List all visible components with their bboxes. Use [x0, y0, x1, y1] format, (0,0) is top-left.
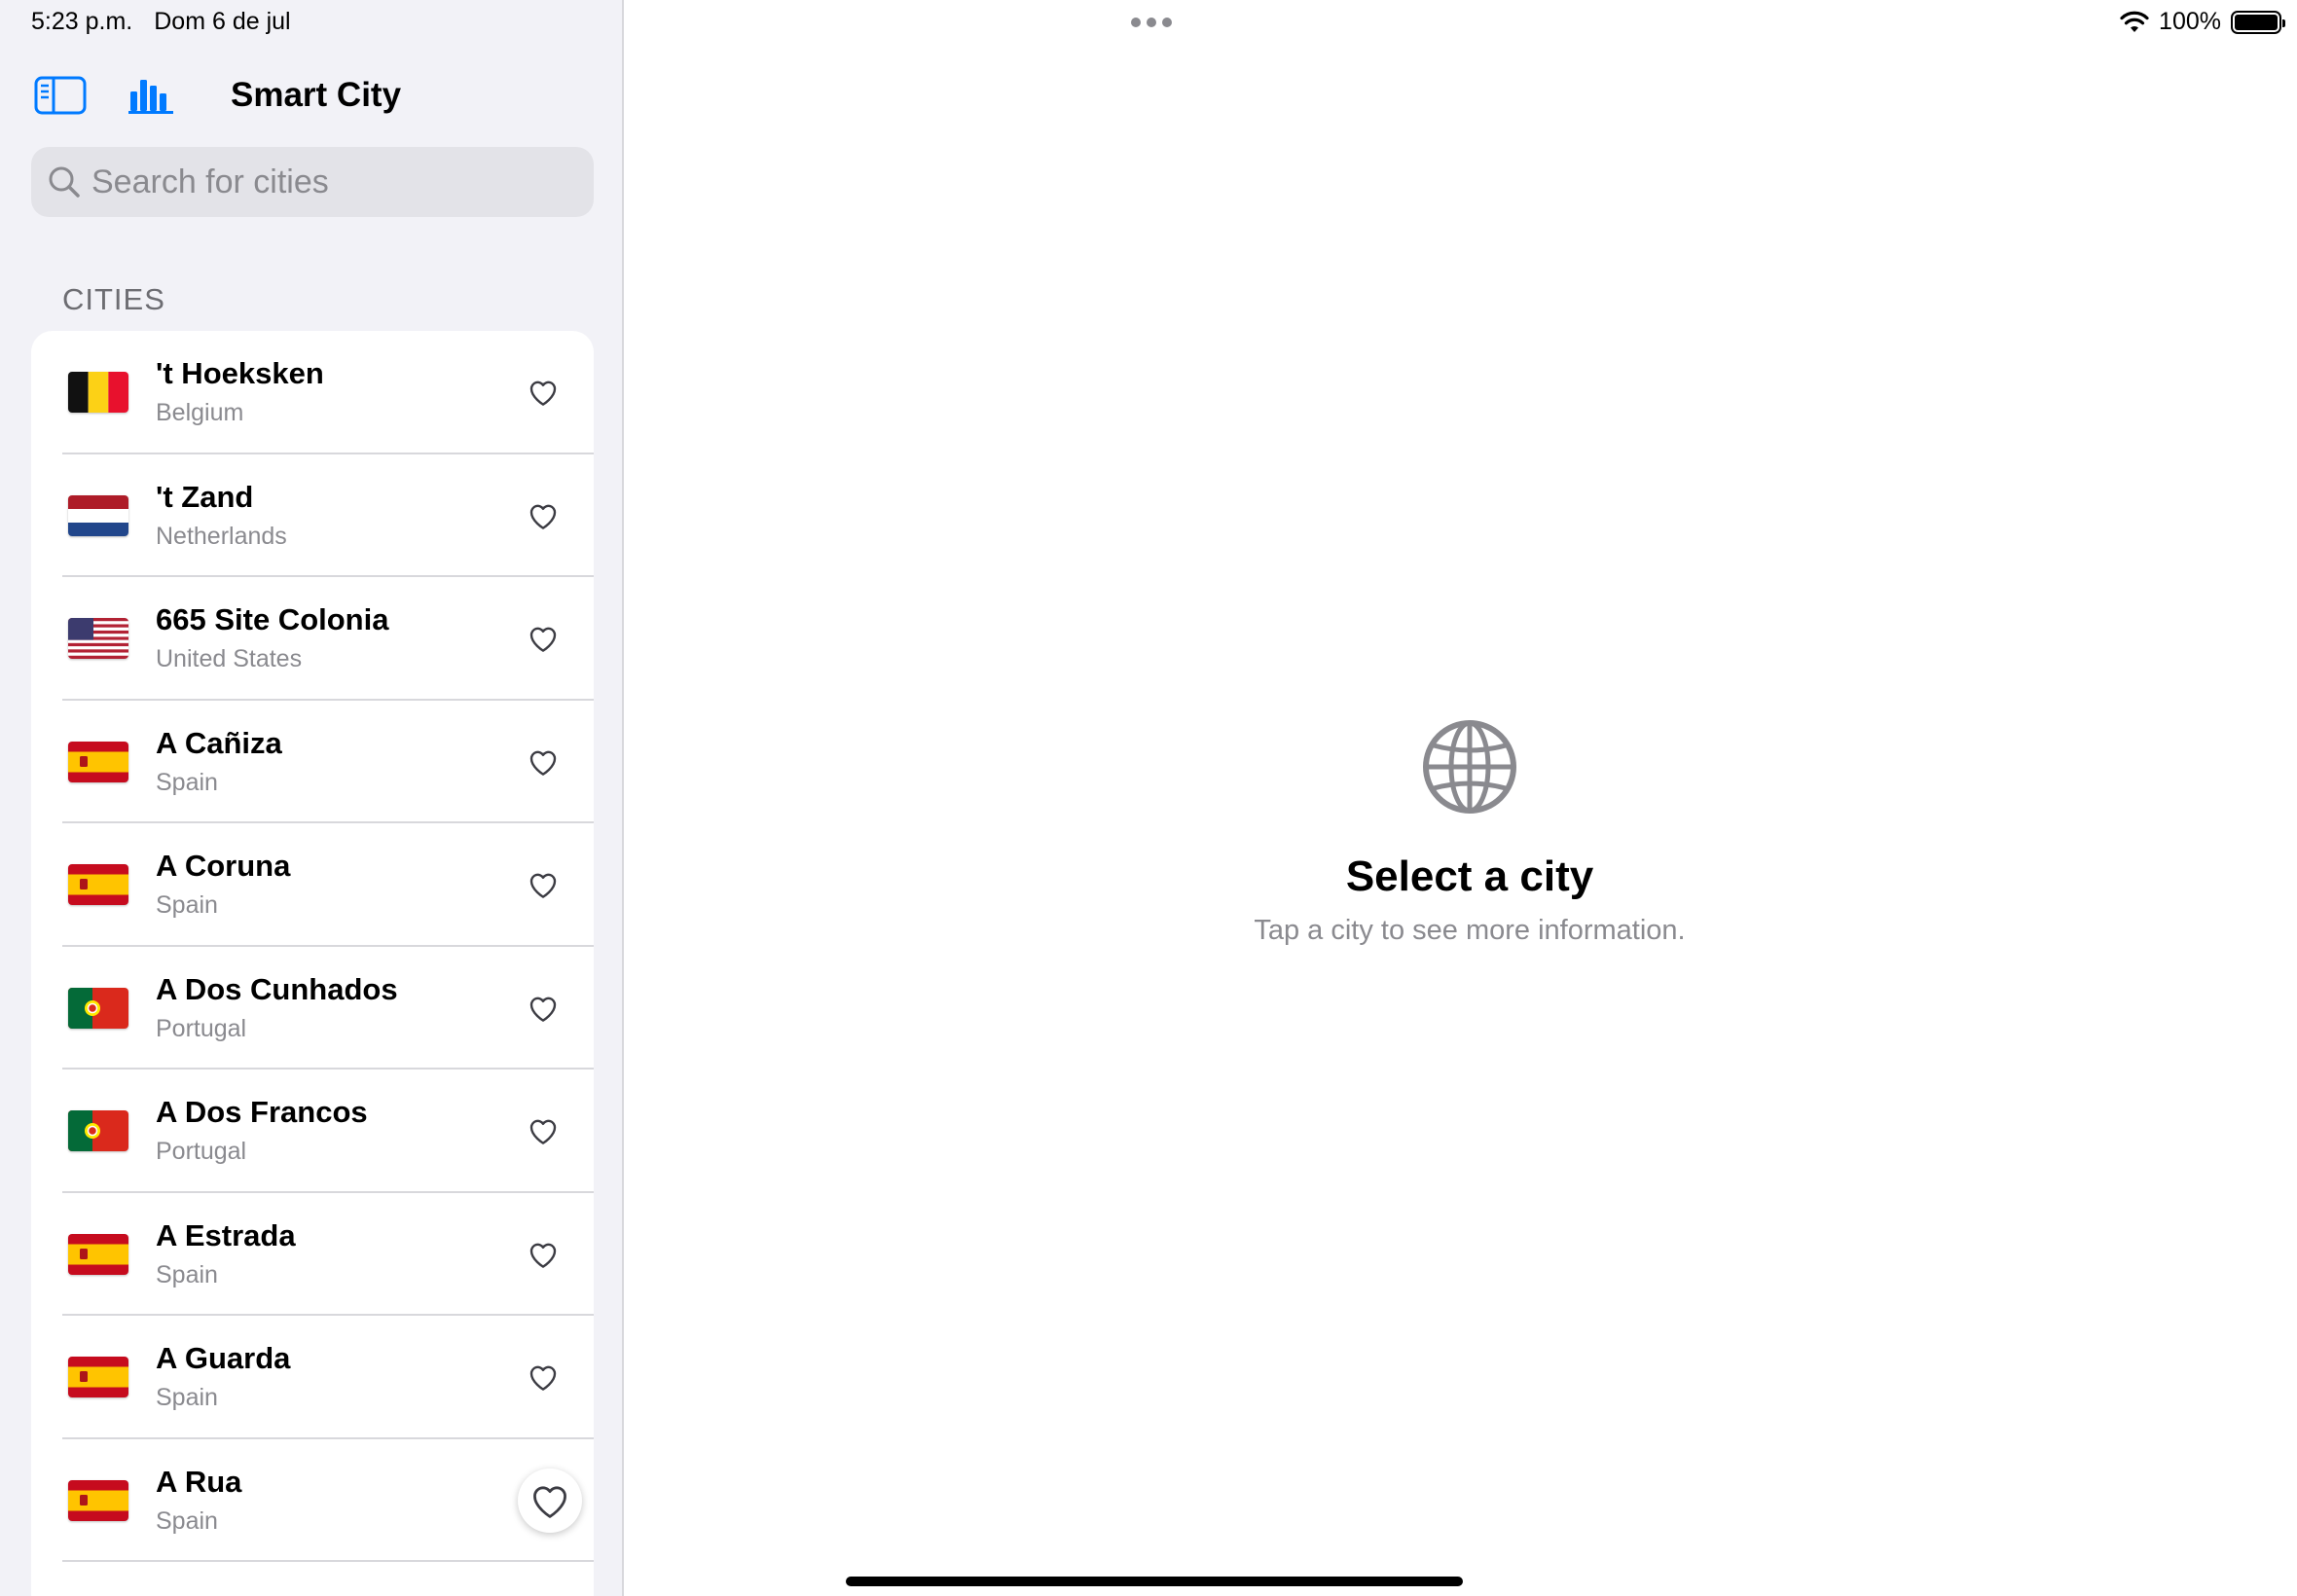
sidebar: 5:23 p.m. Dom 6 de jul Smart City Search… — [0, 0, 624, 1596]
list-item[interactable]: A Dos Cunhados Portugal — [31, 947, 594, 1070]
list-item[interactable]: A Rua Spain — [31, 1439, 594, 1563]
empty-state-subtitle: Tap a city to see more information. — [1254, 915, 1686, 946]
spain-flag — [68, 864, 128, 906]
globe-icon — [1421, 718, 1518, 816]
favorite-button[interactable] — [522, 371, 565, 414]
spain-flag — [68, 1357, 128, 1398]
country-name: Netherlands — [156, 522, 287, 550]
country-name: Belgium — [156, 399, 244, 426]
favorite-button[interactable] — [522, 617, 565, 660]
city-name: A Rua — [156, 1464, 242, 1499]
heart-icon — [529, 997, 557, 1022]
list-item[interactable]: A Cañiza Spain — [31, 701, 594, 824]
favorite-button[interactable] — [522, 741, 565, 783]
list-item[interactable]: A Guarda Spain — [31, 1316, 594, 1439]
city-name: A Guarda — [156, 1341, 291, 1375]
favorite-button[interactable] — [522, 1356, 565, 1398]
list-item[interactable]: 't Hoeksken Belgium — [31, 331, 594, 454]
heart-icon — [529, 1365, 557, 1392]
portugal-flag — [68, 987, 128, 1029]
empty-state-title: Select a city — [1345, 852, 1594, 900]
battery-level — [2235, 14, 2278, 30]
country-name: Spain — [156, 891, 218, 919]
app-title: Smart City — [231, 76, 402, 114]
list-item[interactable]: A Dos Francos Portugal — [31, 1070, 594, 1193]
city-name: A Cañiza — [156, 725, 282, 760]
sidebar-icon — [34, 76, 87, 115]
search-bar[interactable] — [31, 147, 594, 217]
country-name: Spain — [156, 1260, 218, 1288]
city-name: 665 Site Colonia — [156, 602, 389, 636]
country-name: Spain — [156, 768, 218, 796]
favorite-button[interactable] — [518, 1468, 582, 1533]
city-list[interactable]: 't Hoeksken Belgium 't Zand Netherlands — [31, 331, 594, 1596]
search-icon — [45, 163, 84, 201]
list-item[interactable]: A Estrada Spain — [31, 1193, 594, 1317]
netherlands-flag — [68, 494, 128, 536]
country-name: Spain — [156, 1384, 218, 1411]
favorite-button[interactable] — [522, 1233, 565, 1276]
multitasking-menu[interactable] — [1131, 18, 1172, 27]
battery-percent: 100% — [2159, 8, 2221, 35]
country-name: United States — [156, 645, 303, 672]
favorite-button[interactable] — [522, 863, 565, 906]
city-name: A Coruna — [156, 849, 291, 883]
favorite-button[interactable] — [522, 494, 565, 537]
city-name: 't Hoeksken — [156, 356, 324, 390]
status-indicators: 100% — [2120, 8, 2285, 36]
wifi-icon — [2120, 11, 2149, 32]
country-name: Spain — [156, 1506, 218, 1535]
heart-icon — [529, 873, 557, 899]
heart-icon — [529, 750, 557, 776]
toggle-sidebar-button[interactable] — [33, 72, 88, 119]
search-input[interactable] — [91, 163, 578, 201]
section-header: CITIES — [62, 282, 165, 316]
heart-icon — [533, 1486, 566, 1518]
heart-icon — [529, 504, 557, 529]
belgium-flag — [68, 372, 128, 414]
home-indicator[interactable] — [846, 1577, 1463, 1586]
dot-icon — [1147, 18, 1156, 27]
city-name: A Dos Cunhados — [156, 971, 398, 1006]
sidebar-toolbar: Smart City — [0, 68, 622, 127]
spain-flag — [68, 1233, 128, 1275]
spain-flag — [68, 1479, 128, 1521]
portugal-flag — [68, 1110, 128, 1152]
favorite-button[interactable] — [522, 987, 565, 1030]
city-name: 't Zand — [156, 479, 254, 514]
heart-icon — [529, 1243, 557, 1268]
list-item[interactable]: 't Zand Netherlands — [31, 454, 594, 578]
us-flag — [68, 618, 128, 660]
spain-flag — [68, 741, 128, 782]
list-item[interactable]: 665 Site Colonia United States — [31, 577, 594, 701]
status-date: Dom 6 de jul — [154, 8, 291, 35]
empty-state: Select a city Tap a city to see more inf… — [1139, 718, 1801, 947]
dot-icon — [1131, 18, 1141, 27]
statistics-button[interactable] — [125, 72, 179, 119]
country-name: Portugal — [156, 1014, 247, 1042]
city-name: A Dos Francos — [156, 1095, 368, 1129]
heart-icon — [529, 381, 557, 407]
city-name: A Estrada — [156, 1217, 296, 1252]
status-time-date: 5:23 p.m. Dom 6 de jul — [31, 8, 291, 36]
battery-icon — [2231, 10, 2285, 34]
heart-icon — [529, 627, 557, 653]
heart-icon — [529, 1119, 557, 1145]
dot-icon — [1162, 18, 1172, 27]
bar-chart-icon — [128, 80, 173, 114]
favorite-button[interactable] — [522, 1109, 565, 1152]
list-item[interactable]: A Coruna Spain — [31, 823, 594, 947]
status-time: 5:23 p.m. — [31, 8, 133, 35]
country-name: Portugal — [156, 1138, 247, 1165]
